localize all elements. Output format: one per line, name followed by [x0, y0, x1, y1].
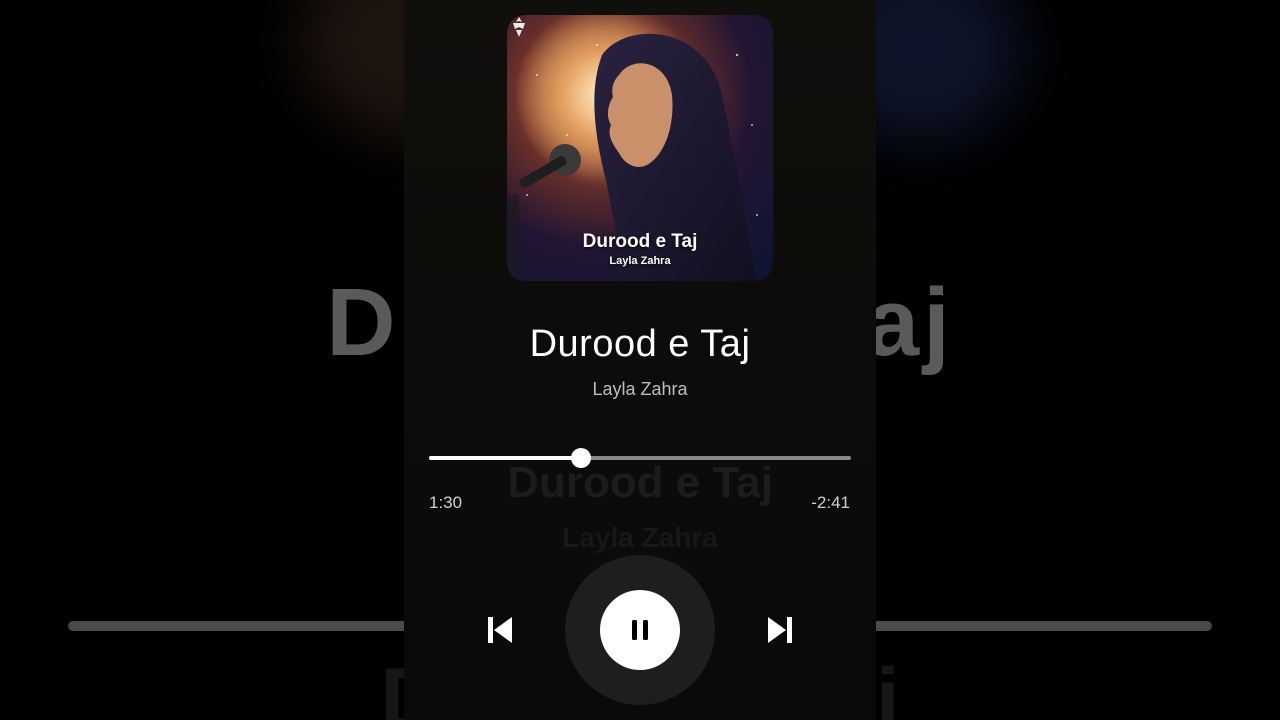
label-logo-icon	[513, 17, 525, 37]
progress-slider[interactable]	[429, 448, 851, 468]
song-title: Durood e Taj	[529, 323, 751, 365]
album-art: Durood e Taj Layla Zahra	[507, 15, 773, 281]
pause-icon	[632, 620, 648, 640]
panel-ghost-title: Durood e Taj	[507, 458, 773, 507]
progress-fill	[429, 456, 581, 460]
artist-name[interactable]: Layla Zahra	[404, 379, 876, 400]
panel-ghost-artist: Layla Zahra	[562, 522, 718, 553]
previous-track-button[interactable]	[476, 606, 524, 654]
album-art-title: Durood e Taj	[582, 231, 698, 252]
skip-next-icon	[768, 617, 792, 643]
next-track-button[interactable]	[756, 606, 804, 654]
remaining-time: -2:41	[811, 493, 850, 512]
pause-button[interactable]	[600, 590, 680, 670]
progress-thumb[interactable]	[570, 448, 591, 468]
album-art-artist: Layla Zahra	[609, 255, 671, 267]
skip-previous-icon	[488, 617, 512, 643]
elapsed-time: 1:30	[429, 493, 463, 512]
